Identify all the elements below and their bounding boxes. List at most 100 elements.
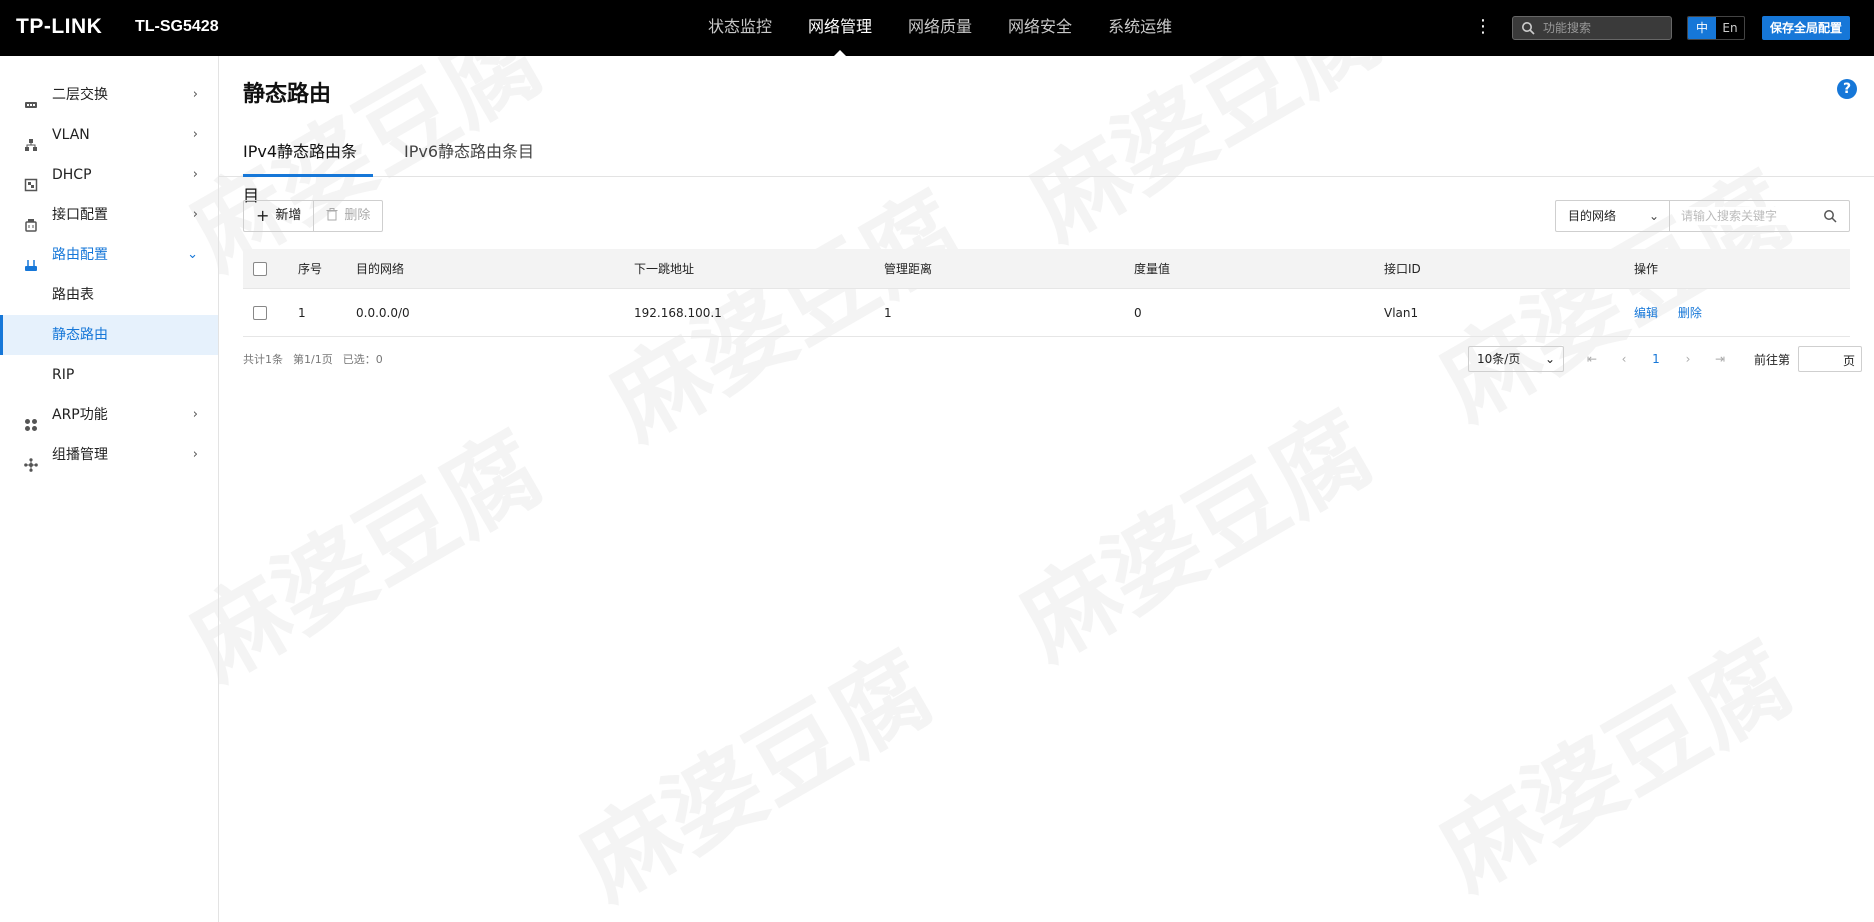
page-size-select[interactable]: 10条/页 ⌄ bbox=[1468, 346, 1564, 372]
sidebar-item-l2-switching[interactable]: 二层交换 › bbox=[0, 75, 218, 115]
function-search-input[interactable] bbox=[1543, 19, 1665, 37]
column-header: 下一跳地址 bbox=[634, 262, 695, 276]
column-header: 操作 bbox=[1634, 262, 1659, 276]
language-switch: 中 En bbox=[1687, 16, 1745, 40]
nav-status-monitor[interactable]: 状态监控 bbox=[690, 0, 790, 56]
arp-grid-icon bbox=[24, 408, 38, 431]
sidebar-item-label: 组播管理 bbox=[52, 447, 108, 463]
add-button-label: 新增 bbox=[275, 208, 302, 223]
multicast-icon bbox=[24, 448, 38, 472]
sidebar-item-routing-config[interactable]: 路由配置 ⌄ bbox=[0, 235, 218, 275]
save-global-config-button[interactable]: 保存全局配置 bbox=[1762, 16, 1850, 40]
chevron-right-icon: › bbox=[192, 407, 198, 422]
lang-zh-button[interactable]: 中 bbox=[1688, 17, 1716, 39]
column-header: 序号 bbox=[298, 262, 323, 276]
brand-logo: TP-LINK bbox=[16, 15, 103, 38]
chevron-right-icon: › bbox=[192, 207, 198, 222]
tab-bar: IPv4静态路由条目 IPv6静态路由条目 bbox=[219, 130, 1874, 205]
delete-button-label: 删除 bbox=[344, 208, 371, 223]
add-button[interactable]: + 新增 bbox=[244, 201, 313, 231]
last-page-icon[interactable]: ⇥ bbox=[1704, 352, 1736, 366]
tab-ipv6-static-routes[interactable]: IPv6静态路由条目 bbox=[404, 130, 544, 177]
column-header: 度量值 bbox=[1134, 262, 1171, 276]
keyword-search-input[interactable] bbox=[1681, 207, 1811, 225]
sidebar-item-arp[interactable]: ARP功能 › bbox=[0, 395, 218, 435]
select-all-checkbox[interactable] bbox=[253, 261, 267, 276]
next-page-icon[interactable]: › bbox=[1672, 352, 1704, 366]
lang-en-button[interactable]: En bbox=[1716, 17, 1744, 39]
filter-field-select[interactable]: 目的网络 ⌄ bbox=[1555, 200, 1670, 232]
sidebar-item-label: DHCP bbox=[52, 167, 92, 183]
pagination: 10条/页 ⌄ ⇤ ‹ 1 › ⇥ 前往第 页 bbox=[1468, 346, 1863, 372]
filter-field-value: 目的网络 bbox=[1568, 209, 1617, 223]
chevron-down-icon: ⌄ bbox=[187, 247, 198, 262]
row-next-hop: 192.168.100.1 bbox=[634, 305, 722, 320]
dhcp-icon bbox=[24, 168, 38, 192]
tab-ipv4-static-routes[interactable]: IPv4静态路由条目 bbox=[243, 130, 373, 205]
chevron-right-icon: › bbox=[192, 127, 198, 142]
plus-icon: + bbox=[256, 206, 270, 225]
column-header: 管理距离 bbox=[884, 262, 933, 276]
column-header: 目的网络 bbox=[356, 262, 405, 276]
switch-icon bbox=[24, 88, 38, 108]
nav-network-quality[interactable]: 网络质量 bbox=[890, 0, 990, 56]
function-search[interactable] bbox=[1512, 16, 1672, 40]
goto-page-input[interactable]: 页 bbox=[1798, 346, 1863, 372]
goto-suffix: 页 bbox=[1843, 354, 1856, 368]
sidebar-item-label: 接口配置 bbox=[52, 207, 108, 223]
sidebar-item-label: 二层交换 bbox=[52, 87, 108, 103]
table-summary: 共计1条 第1/1页 已选：0 bbox=[243, 351, 383, 367]
sidebar-subitem-static-route[interactable]: 静态路由 bbox=[0, 315, 218, 355]
table-row: 1 0.0.0.0/0 192.168.100.1 1 0 Vlan1 编辑 删… bbox=[243, 289, 1850, 337]
table-header: 序号 目的网络 下一跳地址 管理距离 度量值 接口ID 操作 bbox=[243, 249, 1850, 289]
search-icon bbox=[1521, 21, 1535, 39]
selected-count: 已选：0 bbox=[342, 353, 383, 366]
main-nav: 状态监控 网络管理 网络质量 网络安全 系统运维 bbox=[690, 0, 1190, 56]
first-page-icon[interactable]: ⇤ bbox=[1576, 352, 1608, 366]
trash-icon bbox=[326, 201, 338, 231]
row-admin-distance: 1 bbox=[884, 305, 892, 320]
page-title: 静态路由 bbox=[243, 82, 332, 107]
help-icon[interactable]: ? bbox=[1837, 79, 1857, 99]
column-header: 接口ID bbox=[1384, 262, 1421, 276]
nav-network-security[interactable]: 网络安全 bbox=[990, 0, 1090, 56]
prev-page-icon[interactable]: ‹ bbox=[1608, 352, 1640, 366]
sidebar-subitem-rip[interactable]: RIP bbox=[0, 355, 218, 395]
delete-link[interactable]: 删除 bbox=[1678, 306, 1702, 320]
row-interface: Vlan1 bbox=[1384, 305, 1419, 320]
device-model: TL-SG5428 bbox=[135, 18, 219, 35]
search-icon[interactable] bbox=[1823, 209, 1837, 227]
interface-icon bbox=[24, 208, 38, 232]
sidebar-item-vlan[interactable]: VLAN › bbox=[0, 115, 218, 155]
top-bar: TP-LINK TL-SG5428 状态监控 网络管理 网络质量 网络安全 系统… bbox=[0, 0, 1874, 56]
sidebar-subitem-route-table[interactable]: 路由表 bbox=[0, 275, 218, 315]
vlan-tree-icon bbox=[24, 128, 38, 151]
page-indicator: 第1/1页 bbox=[293, 353, 333, 366]
sidebar: 二层交换 › VLAN › DHCP › 接口配置 › 路由配置 ⌄ 路由表 静… bbox=[0, 56, 219, 922]
row-index: 1 bbox=[298, 305, 306, 320]
sidebar-item-dhcp[interactable]: DHCP › bbox=[0, 155, 218, 195]
row-destination: 0.0.0.0/0 bbox=[356, 305, 410, 320]
filter-search bbox=[1669, 200, 1850, 232]
sidebar-item-interface-config[interactable]: 接口配置 › bbox=[0, 195, 218, 235]
sidebar-item-multicast[interactable]: 组播管理 › bbox=[0, 435, 218, 475]
current-page[interactable]: 1 bbox=[1640, 352, 1672, 366]
row-metric: 0 bbox=[1134, 305, 1142, 320]
delete-button[interactable]: 删除 bbox=[313, 201, 382, 231]
nav-network-management[interactable]: 网络管理 bbox=[790, 0, 890, 56]
chevron-right-icon: › bbox=[192, 167, 198, 182]
router-icon bbox=[24, 248, 38, 271]
chevron-right-icon: › bbox=[192, 87, 198, 102]
page-size-value: 10条/页 bbox=[1477, 352, 1521, 366]
main-content: 静态路由 ? IPv4静态路由条目 IPv6静态路由条目 + 新增 删除 目的网… bbox=[219, 56, 1874, 922]
chevron-down-icon: ⌄ bbox=[1544, 352, 1555, 366]
static-route-table: 序号 目的网络 下一跳地址 管理距离 度量值 接口ID 操作 1 0.0.0.0… bbox=[243, 249, 1850, 337]
edit-link[interactable]: 编辑 bbox=[1634, 306, 1658, 320]
sidebar-item-label: VLAN bbox=[52, 127, 90, 143]
sidebar-item-label: ARP功能 bbox=[52, 407, 108, 423]
toolbar: + 新增 删除 bbox=[243, 200, 384, 232]
row-checkbox[interactable] bbox=[253, 305, 267, 320]
sidebar-item-label: 路由配置 bbox=[52, 247, 108, 263]
more-menu-icon[interactable]: ⋮ bbox=[1474, 17, 1492, 37]
nav-system-ops[interactable]: 系统运维 bbox=[1090, 0, 1190, 56]
